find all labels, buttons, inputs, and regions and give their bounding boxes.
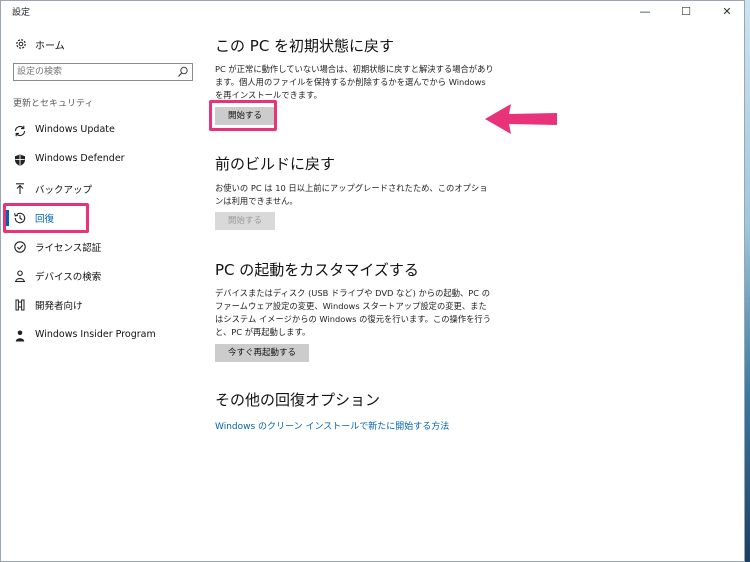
sidebar-item-label: Windows Insider Program <box>35 329 156 340</box>
clean-install-link[interactable]: Windows のクリーン インストールで新たに開始する方法 <box>215 419 449 432</box>
shield-icon <box>15 154 25 166</box>
sidebar-item-label: 開発者向け <box>35 301 83 312</box>
maximize-button[interactable]: ☐ <box>669 1 703 23</box>
minimize-button[interactable]: — <box>628 1 662 23</box>
sidebar-item-find-my-device[interactable]: デバイスの検索 <box>1 264 199 288</box>
sidebar-item-windows-defender[interactable]: Windows Defender <box>1 148 199 172</box>
developer-icon <box>15 299 25 311</box>
rollback-start-button[interactable]: 開始する <box>215 212 276 230</box>
desktop-background <box>745 0 750 562</box>
person-location-icon <box>15 270 25 283</box>
insider-icon <box>15 330 25 342</box>
rollback-description: お使いの PC は 10 日以上前にアップグレードされたため、このオプションは利… <box>215 183 488 206</box>
search-box[interactable] <box>13 63 193 81</box>
sidebar-item-label: Windows Defender <box>35 153 125 164</box>
highlight-box-start-button <box>209 100 277 131</box>
title-bar[interactable]: 設定 — ☐ ✕ <box>1 1 744 23</box>
home-label: ホーム <box>35 41 65 52</box>
settings-window: 設定 — ☐ ✕ ホーム 更新とセキュリティ <box>0 0 745 562</box>
close-button[interactable]: ✕ <box>710 1 744 23</box>
search-icon[interactable] <box>177 65 189 79</box>
reset-pc-description: PC が正常に動作していない場合は、初期状態に戻すと解決する場合があります。個人… <box>215 64 494 100</box>
main-content: この PC を初期状態に戻す PC が正常に動作していない場合は、初期状態に戻す… <box>199 23 744 561</box>
search-input[interactable] <box>17 65 167 79</box>
section-label: 更新とセキュリティ <box>13 99 94 109</box>
sidebar-item-backup[interactable]: バックアップ <box>1 177 199 201</box>
rollback-title: 前のビルドに戻す <box>215 155 336 173</box>
reset-pc-title: この PC を初期状態に戻す <box>215 37 395 55</box>
sidebar-item-windows-update[interactable]: Windows Update <box>1 119 199 143</box>
highlight-box-recovery <box>3 203 89 233</box>
sidebar-item-label: Windows Update <box>35 124 115 135</box>
pointer-arrow-icon <box>485 104 557 134</box>
check-circle-icon <box>14 241 26 253</box>
more-recovery-title: その他の回復オプション <box>215 391 381 409</box>
gear-icon <box>16 39 26 49</box>
window-title: 設定 <box>12 8 31 18</box>
sidebar: ホーム 更新とセキュリティ Windows Update <box>1 23 199 561</box>
sidebar-item-label: デバイスの検索 <box>35 272 102 283</box>
sidebar-item-insider-program[interactable]: Windows Insider Program <box>1 324 199 348</box>
restart-now-button[interactable]: 今すぐ再起動する <box>215 344 310 362</box>
advanced-startup-description: デバイスまたはディスク (USB ドライブや DVD など) からの起動、PC … <box>215 288 492 337</box>
sidebar-item-activation[interactable]: ライセンス認証 <box>1 235 199 259</box>
upload-arrow-icon <box>16 183 24 194</box>
sidebar-item-developers[interactable]: 開発者向け <box>1 293 199 317</box>
sync-icon <box>14 125 26 137</box>
advanced-startup-title: PC の起動をカスタマイズする <box>215 261 419 279</box>
sidebar-item-label: バックアップ <box>35 185 93 196</box>
sidebar-item-label: ライセンス認証 <box>35 243 102 254</box>
